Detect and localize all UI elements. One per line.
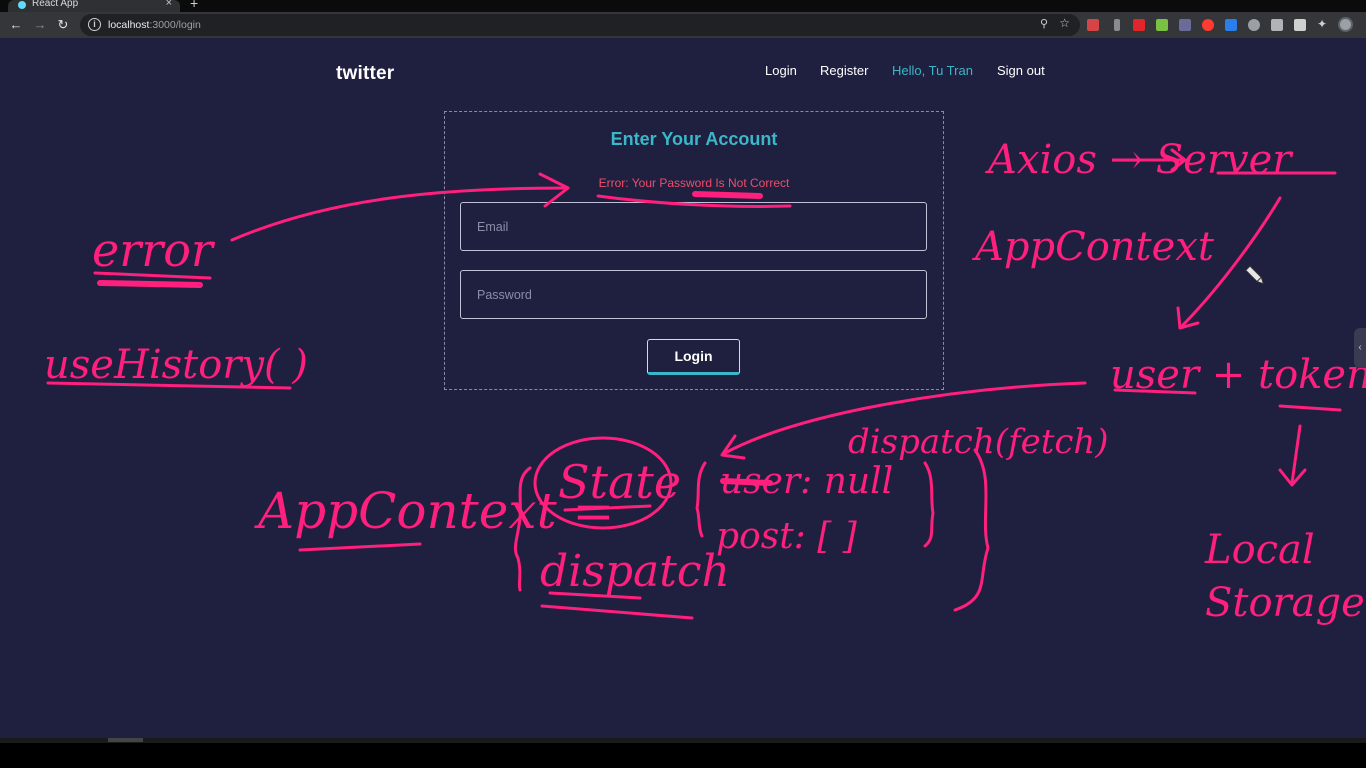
annotation-text: dispatch(fetch) bbox=[848, 422, 1109, 462]
pen-cursor-icon bbox=[1245, 265, 1265, 285]
tab-close-icon[interactable]: × bbox=[166, 0, 172, 9]
back-icon[interactable]: ← bbox=[7, 16, 25, 34]
annotation-text: post: [ ] bbox=[716, 516, 858, 557]
nav-signout-link[interactable]: Sign out bbox=[997, 63, 1045, 78]
extensions-puzzle-icon[interactable]: ✦ bbox=[1317, 18, 1329, 30]
annotation-text: AppContext bbox=[971, 224, 1215, 270]
extension-icon[interactable] bbox=[1225, 19, 1237, 31]
site-info-icon[interactable]: i bbox=[88, 18, 101, 31]
forward-icon[interactable]: → bbox=[31, 16, 49, 34]
browser-tabstrip: React App × + bbox=[0, 0, 1366, 12]
annotation-text: dispatch bbox=[540, 546, 730, 597]
address-url[interactable]: localhost:3000/login bbox=[108, 18, 201, 32]
email-input[interactable] bbox=[460, 202, 927, 251]
zoom-icon[interactable]: ⚲ bbox=[1040, 17, 1048, 30]
annotation-text: useHistory( ) bbox=[44, 342, 308, 388]
extension-icon[interactable] bbox=[1114, 19, 1120, 31]
extension-icon[interactable] bbox=[1179, 19, 1191, 31]
login-title: Enter Your Account bbox=[610, 129, 778, 149]
address-bar[interactable]: i localhost:3000/login ⚲ ☆ bbox=[80, 14, 1080, 36]
new-tab-icon[interactable]: + bbox=[190, 0, 198, 10]
extension-icon[interactable] bbox=[1248, 19, 1260, 31]
annotation-text: AppContext = bbox=[254, 482, 614, 540]
login-error-message: Error: Your Password Is Not Correct bbox=[598, 176, 790, 190]
browser-tab[interactable]: React App × bbox=[8, 0, 180, 12]
taskbar-item[interactable] bbox=[108, 738, 143, 742]
annotation-text: Storage bbox=[1205, 580, 1365, 626]
react-favicon-icon bbox=[18, 1, 26, 9]
annotation-text: user: null bbox=[720, 461, 893, 502]
nav-user-greeting[interactable]: Hello, Tu Tran bbox=[892, 63, 973, 78]
bookmark-star-icon[interactable]: ☆ bbox=[1059, 16, 1070, 30]
browser-toolbar: ← → ↻ i localhost:3000/login ⚲ ☆ ✦ bbox=[0, 12, 1366, 38]
nav-register-link[interactable]: Register bbox=[820, 63, 868, 78]
annotation-text: user + token bbox=[1110, 352, 1366, 398]
login-button[interactable]: Login bbox=[647, 339, 740, 375]
annotation-text: Axios → Server bbox=[984, 137, 1294, 183]
extension-icon[interactable] bbox=[1087, 19, 1099, 31]
login-form: Enter Your Account Error: Your Password … bbox=[444, 111, 944, 390]
annotation-text: error bbox=[92, 223, 216, 277]
annotation-text: Local bbox=[1204, 527, 1315, 573]
reload-icon[interactable]: ↻ bbox=[54, 16, 72, 34]
tab-title: React App bbox=[32, 0, 79, 9]
camera-extension-icon[interactable] bbox=[1271, 19, 1283, 31]
brand-logo[interactable]: twitter bbox=[336, 63, 394, 85]
profile-avatar[interactable] bbox=[1338, 17, 1353, 32]
extension-icon[interactable] bbox=[1156, 19, 1168, 31]
extension-icon[interactable] bbox=[1294, 19, 1306, 31]
nav-login-link[interactable]: Login bbox=[765, 63, 797, 78]
side-panel-handle-icon[interactable]: ‹ bbox=[1354, 328, 1366, 368]
app-page: twitter Login Register Hello, Tu Tran Si… bbox=[0, 38, 1366, 738]
extension-icon[interactable] bbox=[1202, 19, 1214, 31]
extension-icon[interactable] bbox=[1133, 19, 1145, 31]
annotation-text: State bbox=[558, 455, 681, 509]
taskbar bbox=[0, 738, 1366, 743]
password-input[interactable] bbox=[460, 270, 927, 319]
